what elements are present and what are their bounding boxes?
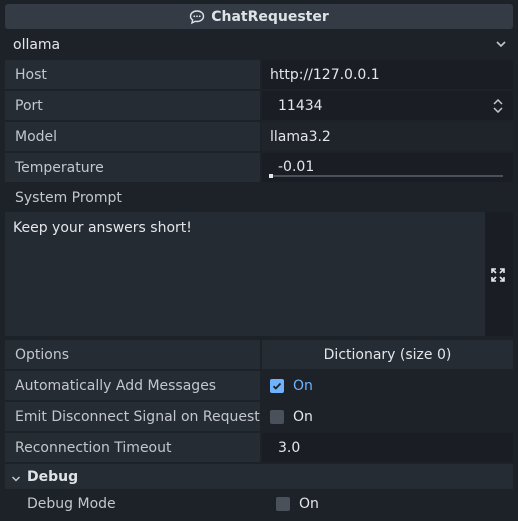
system-prompt-label: System Prompt [5,183,260,212]
options-label: Options [5,340,260,369]
port-spinbox[interactable]: 11434 [262,91,513,120]
options-property-row: Options Dictionary (size 0) [5,340,513,369]
provider-selected-value: ollama [13,36,61,53]
model-property-row: Model llama3.2 [5,122,513,151]
provider-dropdown[interactable]: ollama [5,31,513,58]
temperature-property-row: Temperature -0.01 [5,153,513,182]
inspector-title: ChatRequester [211,8,329,25]
inspector-panel: ChatRequester ollama Host http://127.0.0… [0,0,518,521]
options-dictionary-button[interactable]: Dictionary (size 0) [262,340,513,369]
temperature-value[interactable]: -0.01 [278,159,314,175]
debug-mode-checkbox[interactable]: On [262,489,513,518]
auto-add-property-row: Automatically Add Messages On [5,371,513,400]
debug-mode-label: Debug Mode [5,489,260,518]
reconnection-timeout-value: 3.0 [278,439,301,456]
debug-section-label: Debug [27,468,79,485]
debug-mode-property-row: Debug Mode On [5,489,513,518]
system-prompt-textarea[interactable]: Keep your answers short! [5,212,485,336]
system-prompt-row: System Prompt [5,183,513,212]
temperature-slider-track[interactable] [270,175,503,177]
temperature-slider-grabber[interactable] [269,174,273,178]
spin-updown-icon[interactable] [493,98,503,114]
inspector-title-bar: ChatRequester [5,4,513,29]
host-label: Host [5,60,260,89]
host-property-row: Host http://127.0.0.1 [5,60,513,89]
chevron-down-icon [495,38,507,50]
system-prompt-editor: Keep your answers short! [5,212,513,336]
caret-down-icon [11,472,21,482]
checkbox-checked-icon[interactable] [270,378,284,393]
reconnection-timeout-label: Reconnection Timeout [5,433,260,462]
emit-disconnect-property-row: Emit Disconnect Signal on Request On [5,402,513,431]
auto-add-checkbox[interactable]: On [262,371,513,400]
reconnection-timeout-input[interactable]: 3.0 [262,433,513,462]
chat-bubble-icon [189,9,205,25]
expand-icon[interactable] [490,267,506,283]
port-label: Port [5,91,260,120]
reconnection-timeout-property-row: Reconnection Timeout 3.0 [5,433,513,462]
debug-mode-state: On [299,495,319,512]
temperature-slider-field[interactable]: -0.01 [262,153,513,182]
textarea-side-panel [485,212,513,336]
checkbox-unchecked-icon[interactable] [270,409,284,424]
model-label: Model [5,122,260,151]
port-property-row: Port 11434 [5,91,513,120]
temperature-label: Temperature [5,153,260,182]
checkbox-unchecked-icon[interactable] [276,496,290,511]
auto-add-label: Automatically Add Messages [5,371,260,400]
emit-disconnect-checkbox[interactable]: On [262,402,513,431]
model-input[interactable]: llama3.2 [262,122,513,151]
emit-disconnect-label: Emit Disconnect Signal on Request [5,402,260,431]
host-input[interactable]: http://127.0.0.1 [262,60,513,89]
port-value: 11434 [278,97,323,114]
auto-add-state: On [293,377,313,394]
debug-section-header[interactable]: Debug [5,464,513,489]
emit-disconnect-state: On [293,408,313,425]
